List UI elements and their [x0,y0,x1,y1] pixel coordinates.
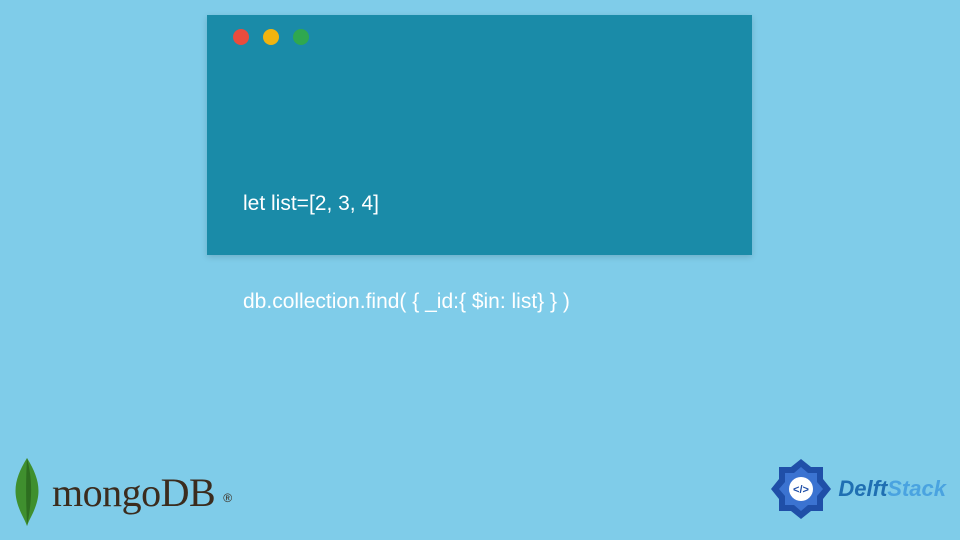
leaf-icon [8,456,46,528]
registered-mark: ® [223,491,232,505]
window-titlebar [207,15,752,59]
delftstack-emblem-icon: </> [770,458,832,520]
mongodb-wordmark: mongoDB [52,469,215,516]
maximize-icon [293,29,309,45]
delftstack-wordmark: DelftStack [838,476,946,502]
code-window: let list=[2, 3, 4] db.collection.find( {… [207,15,752,255]
close-icon [233,29,249,45]
delftstack-logo: </> DelftStack [770,458,946,520]
svg-text:</>: </> [793,484,809,496]
delft-part2: Stack [887,476,946,501]
mongodb-logo: mongoDB ® [8,456,230,528]
code-line: let list=[2, 3, 4] [243,188,716,221]
minimize-icon [263,29,279,45]
code-line: db.collection.find( { _id:{ $in: list} }… [243,286,716,319]
code-body: let list=[2, 3, 4] db.collection.find( {… [207,59,752,383]
delft-part1: Delft [838,476,887,501]
